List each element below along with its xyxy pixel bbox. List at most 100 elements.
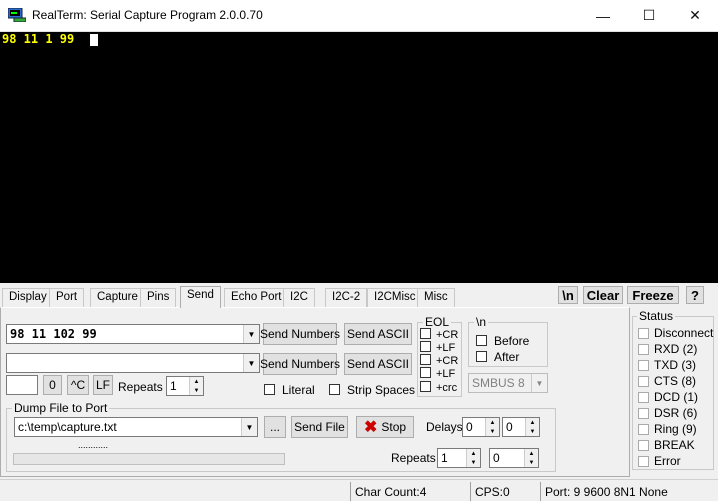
status-item-dcd: DCD (1) [638, 389, 714, 405]
tab-misc[interactable]: Misc [417, 288, 455, 307]
spin-up-icon[interactable]: ▲ [525, 449, 538, 458]
status-led [638, 327, 649, 339]
status-item-disconnect: Disconnect [638, 325, 714, 341]
after-label: After [494, 350, 520, 364]
tab-pins[interactable]: Pins [140, 288, 177, 307]
tab-port[interactable]: Port [49, 288, 85, 307]
status-led [638, 439, 649, 451]
spin-up-icon[interactable]: ▲ [467, 449, 480, 458]
eol-cr-checkbox-1[interactable] [420, 328, 431, 339]
spin-down-icon[interactable]: ▼ [486, 427, 499, 436]
send-ctrl-c-button[interactable]: ^C [67, 375, 89, 395]
send-lf-button[interactable]: LF [93, 375, 113, 395]
eol-cr-checkbox-2[interactable] [420, 354, 431, 365]
spin-down-icon[interactable]: ▼ [190, 386, 203, 395]
stop-icon: ✖ [363, 419, 378, 436]
eol-cr-label-2: +CR [436, 355, 459, 367]
eol-lf-checkbox-2[interactable] [420, 367, 431, 378]
repeats-label: Repeats [118, 380, 163, 394]
stop-label: Stop [381, 420, 407, 434]
tab-i2cmisc[interactable]: I2CMisc [367, 288, 423, 307]
eol-lf-label-2: +LF [436, 368, 456, 380]
send-zero-button[interactable]: 0 [43, 375, 62, 395]
char-input[interactable] [6, 375, 38, 395]
send-line-1-combo[interactable]: 98 11 102 99 ▼ [6, 324, 260, 344]
status-led [638, 343, 649, 355]
tab-send[interactable]: Send [180, 286, 221, 308]
after-checkbox[interactable] [476, 351, 487, 362]
send-ascii-button-2[interactable]: Send ASCII [344, 353, 412, 375]
cps: CPS:0 [470, 482, 540, 501]
chevron-down-icon[interactable]: ▼ [243, 325, 259, 343]
spin-up-icon[interactable]: ▲ [486, 418, 499, 427]
before-label: Before [494, 334, 530, 348]
send-ascii-button-1[interactable]: Send ASCII [344, 323, 412, 345]
status-led [638, 423, 649, 435]
chevron-down-icon[interactable]: ▼ [531, 374, 547, 392]
help-button[interactable]: ? [686, 286, 704, 304]
status-item-rxd: RXD (2) [638, 341, 714, 357]
dump-file-title: Dump File to Port [12, 401, 110, 415]
dump-file-combo[interactable]: c:\temp\capture.txt ▼ [14, 417, 258, 437]
title-bar: RealTerm: Serial Capture Program 2.0.0.7… [0, 0, 718, 32]
spin-up-icon[interactable]: ▲ [190, 377, 203, 386]
delay-1-spinner[interactable]: 0 ▲ ▼ [462, 417, 500, 437]
status-bar: Char Count:4 CPS:0 Port: 9 9600 8N1 None [0, 479, 718, 501]
status-led [638, 407, 649, 419]
tab-i2c[interactable]: I2C [283, 288, 315, 307]
clear-button[interactable]: Clear [583, 286, 623, 304]
eol-crc-checkbox[interactable] [420, 381, 431, 392]
spin-down-icon[interactable]: ▼ [525, 458, 538, 467]
send-numbers-button-1[interactable]: Send Numbers [260, 323, 340, 345]
stop-button[interactable]: ✖ Stop [356, 416, 414, 438]
literal-label: Literal [282, 383, 315, 397]
before-checkbox[interactable] [476, 335, 487, 346]
maximize-button[interactable]: ☐ [626, 0, 672, 31]
status-led [638, 455, 649, 467]
dump-repeats-label: Repeats [391, 451, 436, 465]
dump-repeats-2-spinner[interactable]: 0 ▲ ▼ [489, 448, 539, 468]
tab-i2c-2[interactable]: I2C-2 [325, 288, 368, 307]
strip-spaces-checkbox[interactable] [329, 384, 340, 395]
delay-2-spinner[interactable]: 0 ▲ ▼ [502, 417, 540, 437]
delay-1-value: 0 [466, 420, 473, 434]
send-numbers-button-2[interactable]: Send Numbers [260, 353, 340, 375]
newline-group-title: \n [474, 315, 489, 329]
repeats-spinner[interactable]: 1 ▲ ▼ [166, 376, 204, 396]
strip-spaces-label: Strip Spaces [347, 383, 416, 397]
status-item-ring: Ring (9) [638, 421, 714, 437]
dump-repeats-1-spinner[interactable]: 1 ▲ ▼ [437, 448, 481, 468]
terminal-display[interactable]: 98 11 1 99 [0, 32, 718, 283]
tab-display[interactable]: Display [2, 288, 54, 307]
status-led [638, 359, 649, 371]
chevron-down-icon[interactable]: ▼ [241, 418, 257, 436]
status-item-dsr: DSR (6) [638, 405, 714, 421]
eol-lf-label-1: +LF [436, 342, 456, 354]
freeze-button[interactable]: Freeze [627, 286, 679, 304]
dump-repeats-2-value: 0 [493, 451, 500, 465]
progress-dots: ............ [78, 440, 109, 450]
smbus-combo[interactable]: SMBUS 8 ▼ [468, 373, 548, 393]
eol-title: EOL [423, 315, 452, 329]
smbus-value: SMBUS 8 [472, 376, 525, 390]
send-file-button[interactable]: Send File [291, 416, 348, 438]
tab-capture[interactable]: Capture [90, 288, 145, 307]
eol-crc-label: +crc [436, 382, 458, 394]
literal-checkbox[interactable] [264, 384, 275, 395]
browse-button[interactable]: ... [264, 416, 286, 438]
window-title: RealTerm: Serial Capture Program 2.0.0.7… [32, 8, 263, 22]
chevron-down-icon[interactable]: ▼ [243, 354, 259, 372]
close-button[interactable]: ✕ [672, 0, 718, 31]
send-line-1-value: 98 11 102 99 [10, 327, 97, 341]
eol-lf-checkbox-1[interactable] [420, 341, 431, 352]
send-line-2-combo[interactable]: ▼ [6, 353, 260, 373]
minimize-button[interactable]: — [580, 0, 626, 31]
newline-button[interactable]: \n [558, 286, 578, 304]
tab-echo-port[interactable]: Echo Port [224, 288, 289, 307]
status-item-break: BREAK [638, 437, 714, 453]
status-list: Disconnect RXD (2) TXD (3) CTS (8) DCD (… [638, 325, 714, 469]
spin-down-icon[interactable]: ▼ [467, 458, 480, 467]
spin-down-icon[interactable]: ▼ [526, 427, 539, 436]
spin-up-icon[interactable]: ▲ [526, 418, 539, 427]
app-icon [7, 7, 27, 23]
